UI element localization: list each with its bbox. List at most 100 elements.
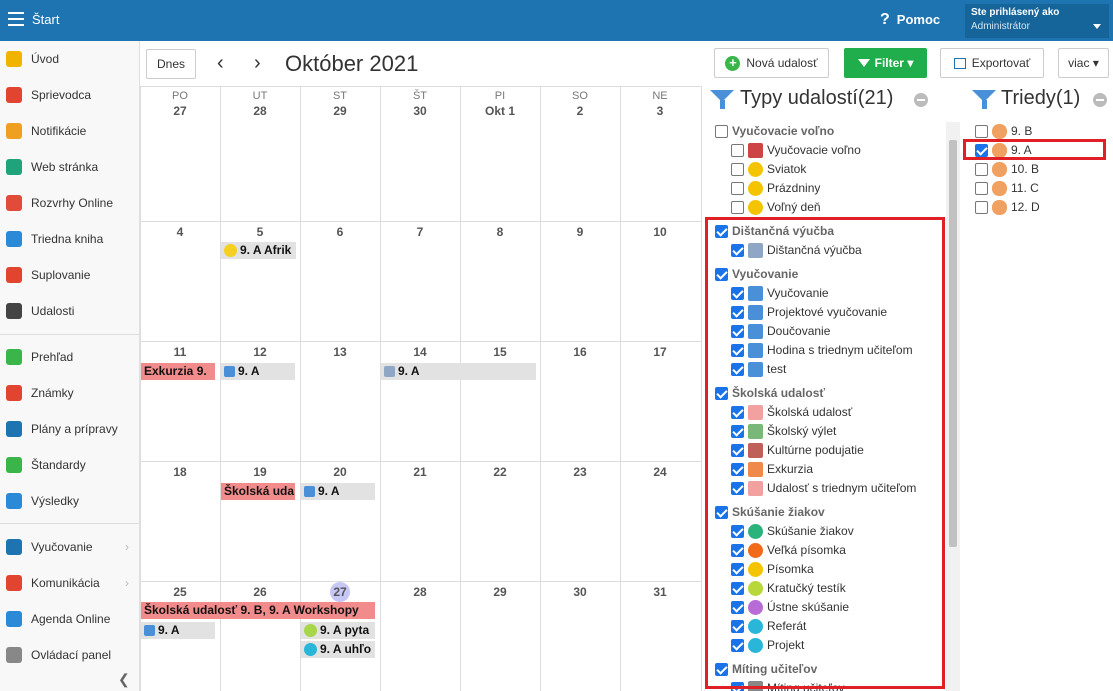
sidebar-item[interactable]: Vyučovanie › [0,532,139,562]
event-item[interactable]: Exkurzia 9. [141,363,215,380]
type-item[interactable]: Voľný deň [731,198,821,216]
class-checkbox[interactable] [975,162,988,176]
export-button[interactable]: Exportovať [940,48,1044,78]
group-checkbox[interactable] [715,124,728,138]
grid-line [220,86,221,691]
day-number[interactable]: 31 [620,585,700,599]
day-number[interactable]: 16 [540,345,620,359]
collapse-types-icon[interactable] [914,93,928,107]
day-number[interactable]: 15 [460,345,540,359]
day-number[interactable]: 29 [300,104,380,118]
event-item[interactable]: 9. A [301,483,375,500]
collapse-classes-icon[interactable] [1093,93,1107,107]
day-number[interactable]: 25 [140,585,220,599]
day-number[interactable]: 5 [220,225,300,239]
day-number[interactable]: 10 [620,225,700,239]
filter-button[interactable]: Filter ▾ [844,48,927,78]
day-number[interactable]: Okt 1 [460,104,540,118]
day-number[interactable]: 6 [300,225,380,239]
day-number[interactable]: 7 [380,225,460,239]
class-item[interactable]: 11. C [975,179,1039,197]
collapse-sidebar-icon[interactable]: ❮ [118,671,130,688]
event-item[interactable]: 9. A [221,363,295,380]
sidebar-item[interactable]: Známky [0,378,139,408]
class-checkbox[interactable] [975,124,988,138]
day-number[interactable]: 18 [140,465,220,479]
sidebar-item[interactable]: Ovládací panel [0,640,139,670]
prev-month-icon[interactable]: ‹ [217,52,224,75]
day-number[interactable]: 26 [220,585,300,599]
event-item[interactable]: 9. A pyta [301,622,375,639]
sidebar-item[interactable]: Rozvrhy Online [0,188,139,218]
day-number[interactable]: 29 [460,585,540,599]
day-number[interactable]: 27 [140,104,220,118]
day-number[interactable]: 2 [540,104,620,118]
event-item[interactable]: Školská udalosť 9. B, 9. A Workshopy [141,602,375,619]
sidebar-item[interactable]: Sprievodca [0,80,139,110]
class-checkbox[interactable] [975,181,988,195]
day-number[interactable]: 28 [380,585,460,599]
day-number[interactable]: 4 [140,225,220,239]
sidebar-item[interactable]: Udalosti [0,296,139,326]
help-link[interactable]: ? Pomoc [880,11,940,29]
day-number[interactable]: 23 [540,465,620,479]
class-item[interactable]: 12. D [975,198,1040,216]
sidebar-item[interactable]: Suplovanie [0,260,139,290]
user-menu[interactable]: Ste prihlásený ako Administrátor [965,4,1109,38]
type-item[interactable]: Prázdniny [731,179,820,197]
event-item[interactable]: 9. A [141,622,215,639]
sidebar-item[interactable]: Prehľad [0,342,139,372]
sidebar-item[interactable]: Notifikácie [0,116,139,146]
day-number[interactable]: 17 [620,345,700,359]
type-checkbox[interactable] [731,143,744,157]
event-item[interactable]: 9. A uhľo [301,641,375,658]
day-number[interactable]: 9 [540,225,620,239]
sidebar-item[interactable]: Agenda Online [0,604,139,634]
next-month-icon[interactable]: › [254,52,261,75]
day-number[interactable]: 30 [380,104,460,118]
event-label: 9. A [238,364,260,378]
user-name: Administrátor [971,21,1030,32]
event-item[interactable]: Školská uda [221,483,295,500]
event-item[interactable]: 9. A [381,363,536,380]
day-number[interactable]: 27 [300,582,380,602]
type-checkbox[interactable] [731,162,744,176]
lesson-icon [144,625,155,636]
class-checkbox[interactable] [975,200,988,214]
type-item[interactable]: Vyučovacie voľno [731,141,861,159]
new-event-button[interactable]: + Nová udalosť [714,48,829,78]
sidebar-item[interactable]: Komunikácia › [0,568,139,598]
sidebar-item[interactable]: Úvod [0,44,139,74]
day-number[interactable]: 13 [300,345,380,359]
type-checkbox[interactable] [731,200,744,214]
day-number[interactable]: 11 [140,345,220,359]
day-number[interactable]: 12 [220,345,300,359]
sidebar-item[interactable]: Triedna kniha [0,224,139,254]
type-checkbox[interactable] [731,181,744,195]
day-number[interactable]: 24 [620,465,700,479]
class-item[interactable]: 10. B [975,160,1039,178]
sidebar-item[interactable]: Štandardy [0,450,139,480]
day-number[interactable]: 20 [300,465,380,479]
types-scrollbar-thumb[interactable] [949,140,957,547]
day-number[interactable]: 14 [380,345,460,359]
sidebar-item[interactable]: Výsledky [0,486,139,516]
sidebar-item[interactable]: Web stránka [0,152,139,182]
sidebar-item[interactable]: Plány a prípravy [0,414,139,444]
today-button[interactable]: Dnes [146,49,196,79]
event-item[interactable]: 9. A Afrik [221,242,296,259]
type-group[interactable]: Vyučovacie voľno [715,122,834,140]
day-number[interactable]: 8 [460,225,540,239]
class-item[interactable]: 9. B [975,122,1032,140]
day-number[interactable]: 28 [220,104,300,118]
day-number[interactable]: 30 [540,585,620,599]
day-number[interactable]: 21 [380,465,460,479]
type-item[interactable]: Sviatok [731,160,806,178]
day-number[interactable]: 19 [220,465,300,479]
app-title[interactable]: Štart [32,12,59,27]
weekday-label: PI [494,90,506,102]
day-number[interactable]: 3 [620,104,700,118]
day-number[interactable]: 22 [460,465,540,479]
more-button[interactable]: viac ▾ [1058,48,1109,78]
menu-icon[interactable] [8,12,24,26]
